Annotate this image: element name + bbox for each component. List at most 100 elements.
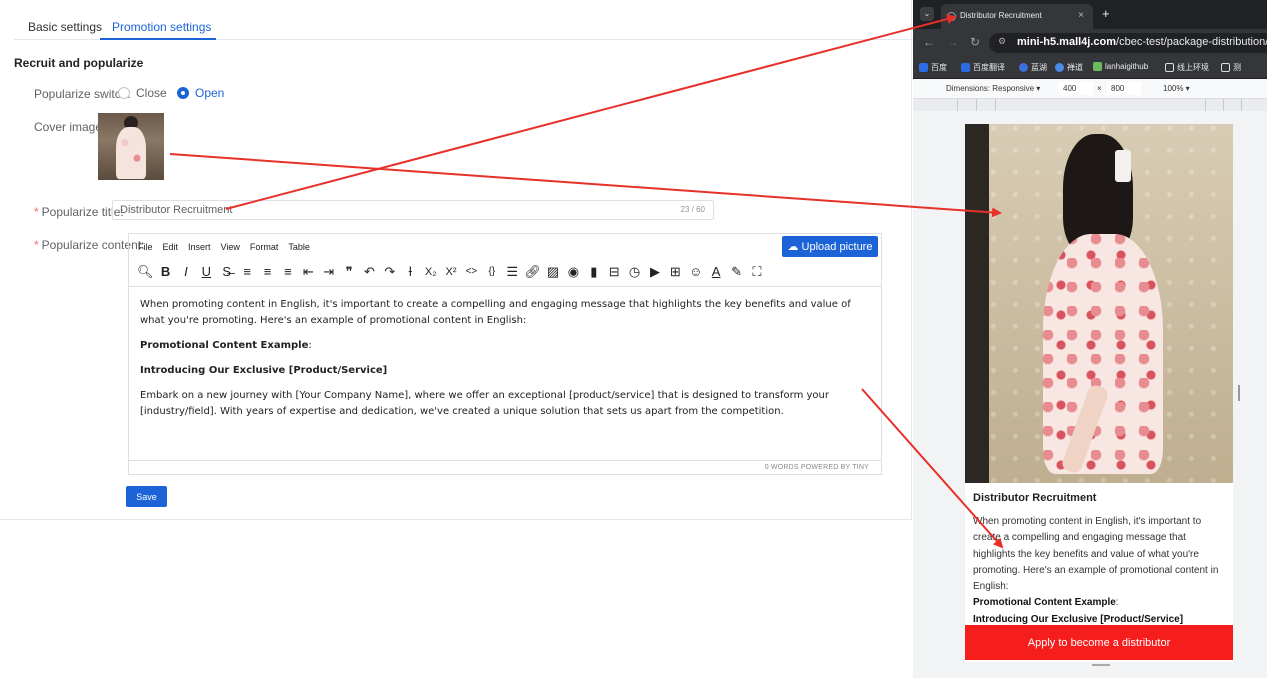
resize-handle-right[interactable] [1238, 385, 1240, 401]
save-button[interactable]: Save [126, 486, 167, 507]
browser-tabbar: ⌄ Distributor Recruitment × + [913, 0, 1267, 29]
radio-open-label: Open [195, 86, 225, 100]
preview-bold-heading: Promotional Content Example [973, 597, 1116, 609]
dimensions-select[interactable]: Dimensions: Responsive ▾ [946, 84, 1040, 93]
bookmark-icon[interactable]: ▮ [584, 264, 604, 280]
code-block-icon[interactable]: {} [482, 266, 502, 277]
search-icon[interactable]: 🔍︎ [135, 264, 155, 280]
menu-view[interactable]: View [221, 242, 240, 252]
outdent-icon[interactable]: ⇤ [298, 264, 318, 280]
underline-icon[interactable]: U [196, 264, 216, 279]
resize-handle-bottom[interactable] [1092, 664, 1110, 666]
page-break-icon[interactable]: ⊟ [604, 264, 624, 280]
tab-search-icon[interactable]: ⌄ [920, 7, 934, 21]
bookmark-baidu-fanyi[interactable]: 百度翻译 [961, 62, 1005, 73]
italic-icon[interactable]: I [176, 264, 196, 279]
image-icon[interactable]: ▨ [543, 264, 563, 280]
align-left-icon[interactable]: ≡ [237, 264, 257, 279]
bookmarks-bar: 百度 百度翻译 蓝湖 禅道 lanhaigithub 线上环境 测 [913, 57, 1267, 79]
preview-paragraph: When promoting content in English, it's … [973, 516, 1219, 593]
superscript-icon[interactable]: X² [441, 266, 461, 278]
radio-open[interactable]: Open [177, 86, 224, 100]
cover-figure-dress [116, 127, 146, 179]
upload-picture-label: Upload picture [801, 240, 873, 253]
zoom-select[interactable]: 100% ▾ [1163, 84, 1190, 93]
fullscreen-icon[interactable]: ⛶ [747, 264, 767, 280]
site-info-icon[interactable]: ⚙ [998, 36, 1006, 47]
bookmark-lanhaigithub[interactable]: lanhaigithub [1093, 62, 1148, 71]
align-right-icon[interactable]: ≡ [278, 264, 298, 279]
browser-window: ⌄ Distributor Recruitment × + ← → ↻ ⚙ mi… [913, 0, 1267, 678]
favicon-icon [947, 12, 956, 21]
photo-figure-phone [1115, 150, 1131, 182]
radio-close[interactable]: Close [118, 86, 167, 100]
dimension-separator: × [1097, 84, 1102, 93]
back-icon[interactable]: ← [923, 35, 935, 49]
bookmark-baidu[interactable]: 百度 [919, 62, 947, 73]
content-paragraph: Embark on a new journey with [Your Compa… [140, 390, 829, 417]
menu-edit[interactable]: Edit [163, 242, 179, 252]
code-icon[interactable]: <> [461, 266, 481, 277]
cover-image-thumbnail[interactable] [98, 113, 164, 180]
translate-icon [961, 63, 970, 72]
reload-icon[interactable]: ↻ [970, 35, 980, 49]
link-icon[interactable]: 🔗︎ [522, 264, 542, 280]
subscript-icon[interactable]: X₂ [420, 266, 440, 278]
redo-icon[interactable]: ↷ [380, 264, 400, 280]
tab-basic-settings[interactable]: Basic settings [28, 20, 102, 34]
blockquote-icon[interactable]: ❞ [339, 264, 359, 280]
table-icon[interactable]: ⊞ [665, 264, 685, 280]
url-field[interactable]: ⚙ mini-h5.mall4j.com/cbec-test/package-d… [989, 33, 1267, 53]
section-title: Recruit and popularize [14, 56, 144, 70]
list-icon[interactable]: ☰ [502, 264, 522, 280]
editor-content-area[interactable]: When promoting content in English, it's … [129, 286, 881, 460]
new-tab-icon[interactable]: + [1102, 6, 1110, 21]
strikethrough-icon[interactable]: S̶ [217, 264, 237, 279]
height-input[interactable]: 800 [1107, 82, 1141, 95]
indent-icon[interactable]: ⇥ [319, 264, 339, 280]
content-bold-heading: Introducing Our Exclusive [Product/Servi… [140, 365, 388, 376]
bold-icon[interactable]: B [155, 264, 175, 279]
bookmark-zentao[interactable]: 禅道 [1055, 62, 1083, 73]
bookmark-label: 百度翻译 [973, 63, 1005, 72]
menu-table[interactable]: Table [288, 242, 310, 252]
bookmark-test[interactable]: 测 [1221, 62, 1241, 73]
popularize-title-input[interactable]: Distributor Recruitment 23 / 60 [112, 200, 714, 220]
mobile-preview: Distributor Recruitment When promoting c… [965, 124, 1233, 662]
bookmark-lanhu[interactable]: 蓝湖 [1019, 62, 1047, 73]
bookmark-label: 禅道 [1067, 63, 1083, 72]
preview-icon[interactable]: ◉ [563, 264, 583, 280]
bookmark-label: 百度 [931, 63, 947, 72]
preview-title: Distributor Recruitment [973, 492, 1097, 504]
clear-format-icon[interactable]: Ɨ [400, 264, 420, 279]
menu-file[interactable]: File [138, 242, 153, 252]
align-center-icon[interactable]: ≡ [257, 264, 277, 279]
browser-tab-title: Distributor Recruitment [960, 11, 1042, 20]
upload-picture-button[interactable]: ☁ Upload picture [782, 236, 878, 257]
bookmark-online-env[interactable]: 线上环境 [1165, 62, 1209, 73]
github-icon [1093, 62, 1102, 71]
address-bar: ← → ↻ ⚙ mini-h5.mall4j.com/cbec-test/pac… [913, 29, 1267, 57]
media-icon[interactable]: ▶ [645, 264, 665, 280]
required-marker: * [34, 205, 39, 219]
required-marker: * [34, 238, 39, 252]
popularize-title-value: Distributor Recruitment [120, 204, 233, 216]
highlight-icon[interactable]: ✎ [726, 264, 746, 280]
width-input[interactable]: 400 [1059, 82, 1093, 95]
browser-tab[interactable]: Distributor Recruitment × [941, 4, 1093, 29]
time-icon[interactable]: ◷ [624, 264, 644, 280]
tab-promotion-settings[interactable]: Promotion settings [112, 20, 211, 34]
content-bold-heading: Promotional Content Example [140, 340, 309, 351]
forward-icon[interactable]: → [947, 35, 959, 49]
close-tab-icon[interactable]: × [1078, 10, 1084, 21]
undo-icon[interactable]: ↶ [359, 264, 379, 280]
menu-format[interactable]: Format [250, 242, 279, 252]
menu-insert[interactable]: Insert [188, 242, 211, 252]
editor-menubar: File Edit Insert View Format Table [129, 234, 881, 260]
folder-icon [1165, 63, 1174, 72]
apply-distributor-button[interactable]: Apply to become a distributor [965, 625, 1233, 660]
text-color-icon[interactable]: A [706, 264, 726, 279]
popularize-title-label: * Popularize title: [34, 205, 124, 219]
rich-text-editor: File Edit Insert View Format Table ☁ Upl… [128, 233, 882, 475]
emoji-icon[interactable]: ☺ [686, 264, 706, 279]
